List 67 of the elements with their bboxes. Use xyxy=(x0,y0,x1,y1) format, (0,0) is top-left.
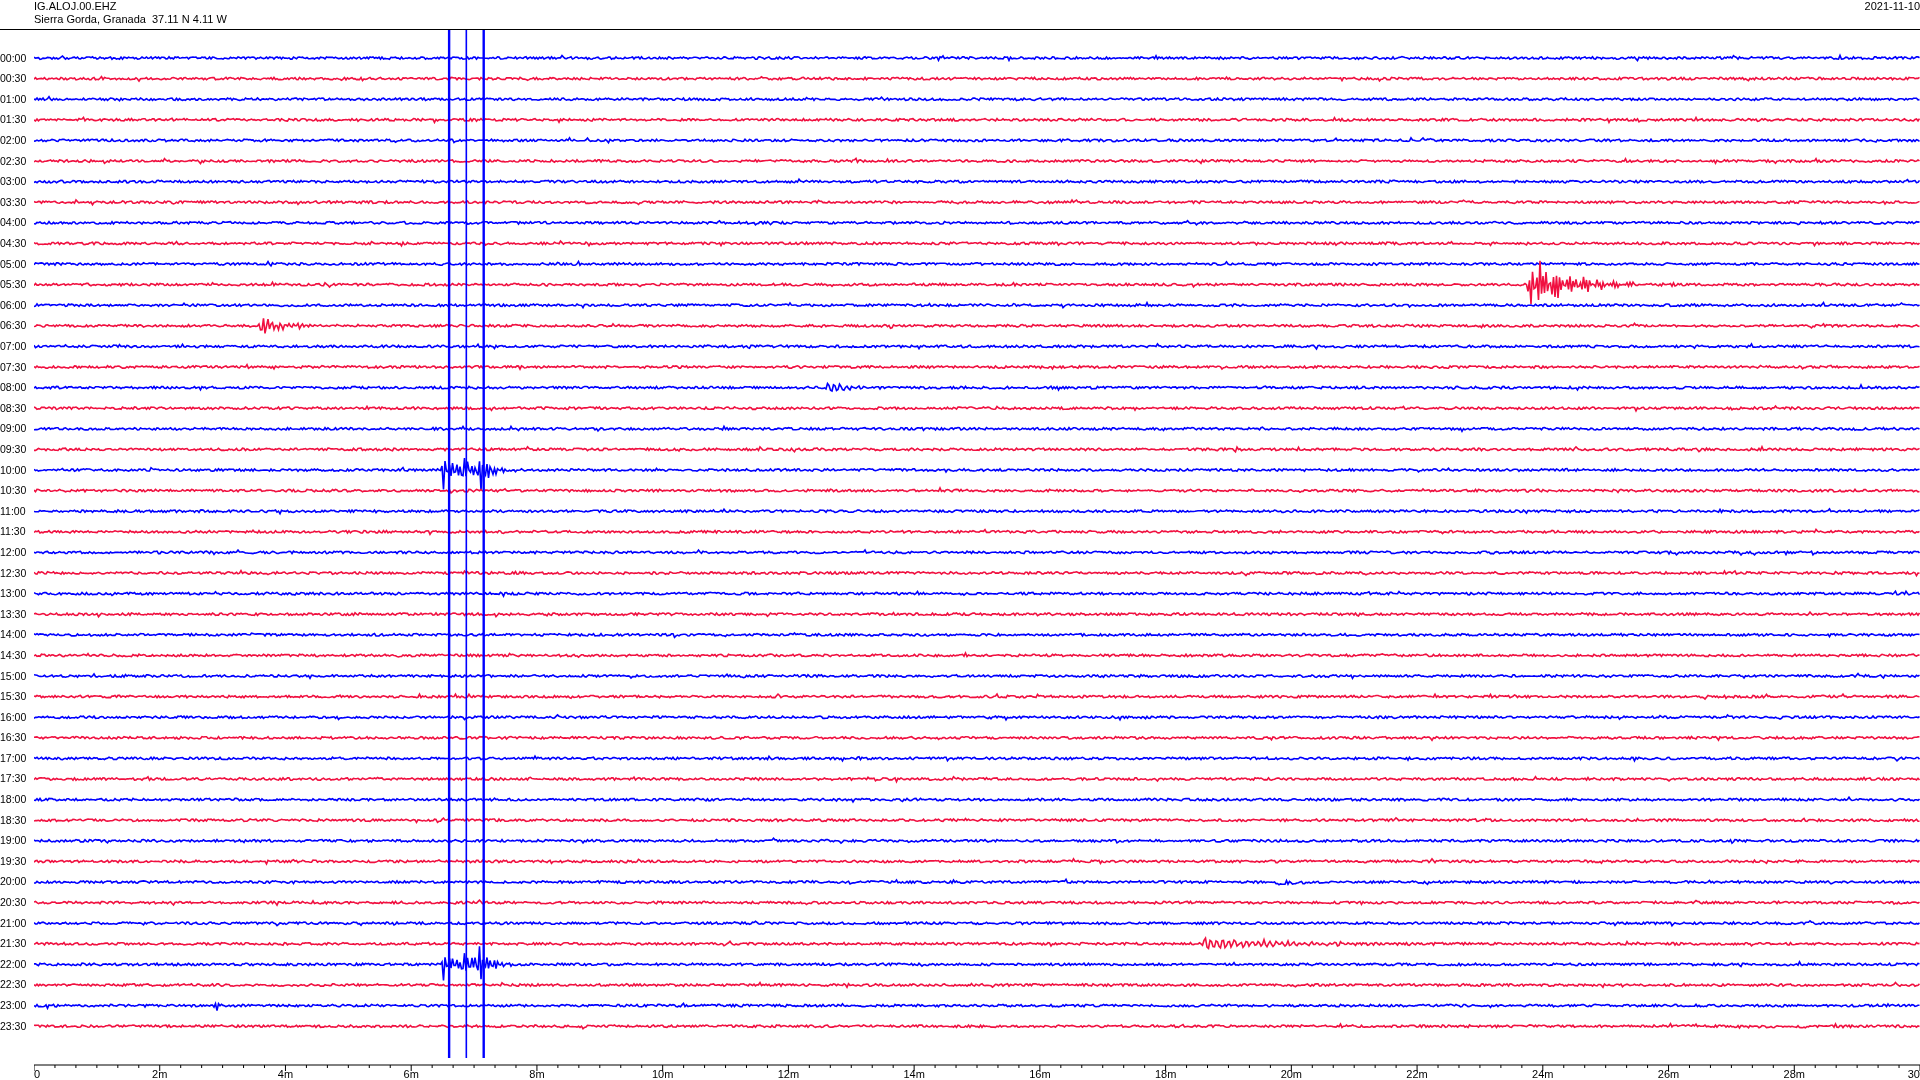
time-label: 05:00 xyxy=(0,256,28,272)
time-label: 15:30 xyxy=(0,689,28,705)
time-label: 17:00 xyxy=(0,750,28,766)
time-label: 23:00 xyxy=(0,998,28,1013)
time-label: 22:30 xyxy=(0,977,28,993)
axis-tick-label: 28m xyxy=(1783,1068,1805,1079)
station-location: Sierra Gorda, Granada 37.11 N 4.11 W xyxy=(34,13,227,26)
time-label: 01:00 xyxy=(0,91,28,107)
time-label: 18:00 xyxy=(0,792,28,808)
time-label: 15:00 xyxy=(0,668,28,684)
time-label: 20:30 xyxy=(0,895,28,911)
time-label: 12:00 xyxy=(0,544,28,560)
record-date: 2021-11-10 xyxy=(1864,0,1920,14)
station-code: IG.ALOJ.00.EHZ xyxy=(34,0,118,13)
time-label: 10:30 xyxy=(0,483,28,499)
time-label: 04:30 xyxy=(0,236,28,252)
time-label: 08:00 xyxy=(0,380,28,396)
axis-tick-label: 6m xyxy=(403,1068,419,1079)
time-label: 06:30 xyxy=(0,318,28,334)
time-label: 01:30 xyxy=(0,112,28,128)
time-label: 06:00 xyxy=(0,297,28,313)
axis-tick-label: 22m xyxy=(1406,1068,1428,1079)
time-label: 16:00 xyxy=(0,709,28,725)
axis-tick-label: 12m xyxy=(777,1068,800,1079)
axis-tick-label: 26m xyxy=(1657,1068,1680,1079)
time-label: 00:00 xyxy=(0,50,28,66)
time-label: 12:30 xyxy=(0,565,28,581)
axis-tick-label: 0 xyxy=(34,1068,41,1079)
time-label: 13:30 xyxy=(0,606,28,622)
time-label: 03:30 xyxy=(0,194,28,210)
axis-tick-label: 14m xyxy=(903,1068,925,1079)
time-label: 00:30 xyxy=(0,71,28,87)
axis-tick-label: 20m xyxy=(1280,1068,1303,1079)
time-label: 18:30 xyxy=(0,812,28,828)
time-label: 10:00 xyxy=(0,462,28,478)
time-label: 05:30 xyxy=(0,277,28,293)
time-label: 19:00 xyxy=(0,833,28,849)
axis-tick-label: 16m xyxy=(1029,1068,1051,1079)
time-label: 13:00 xyxy=(0,586,28,602)
time-label: 11:30 xyxy=(0,524,27,540)
axis-tick-label: 2m xyxy=(152,1068,168,1079)
time-label: 09:00 xyxy=(0,421,28,437)
axis-tick-label: 4m xyxy=(277,1068,294,1079)
time-label: 07:00 xyxy=(0,339,28,354)
time-label: 16:30 xyxy=(0,730,28,746)
time-label: 11:00 xyxy=(0,503,27,519)
axis-tick-label: 24m xyxy=(1532,1068,1554,1079)
time-label: 21:00 xyxy=(0,915,28,931)
time-label: 21:30 xyxy=(0,936,28,952)
time-label: 19:30 xyxy=(0,853,28,869)
time-label: 17:30 xyxy=(0,771,28,787)
time-label: 14:30 xyxy=(0,647,28,663)
time-label: 14:00 xyxy=(0,627,28,643)
time-label: 02:00 xyxy=(0,133,28,149)
time-label: 02:30 xyxy=(0,153,28,169)
time-label: 04:00 xyxy=(0,215,28,231)
axis-tick-label: 18m xyxy=(1154,1068,1177,1079)
axis-tick-label: 30 xyxy=(1907,1068,1920,1079)
time-label: 08:30 xyxy=(0,400,28,416)
axis-tick-label: 8m xyxy=(529,1068,545,1079)
time-label: 03:00 xyxy=(0,174,28,190)
axis-tick-label: 10m xyxy=(651,1068,674,1079)
time-label: 22:00 xyxy=(0,956,28,972)
time-label: 23:30 xyxy=(0,1018,28,1034)
time-label: 09:30 xyxy=(0,441,28,457)
time-label: 07:30 xyxy=(0,359,28,375)
time-label: 20:00 xyxy=(0,874,28,890)
